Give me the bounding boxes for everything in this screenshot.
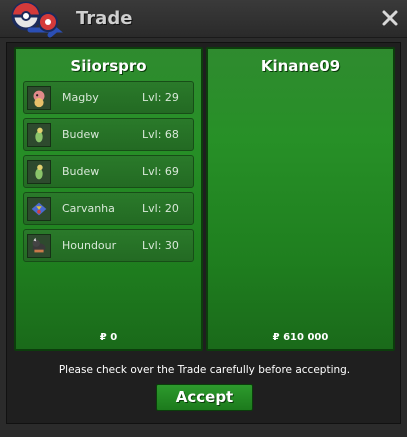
- trade-content: Siiorspro Magby Lvl: 29 Budew Lvl: 68 Bu…: [6, 42, 401, 424]
- accept-button[interactable]: Accept: [156, 384, 253, 411]
- pokemon-row[interactable]: Houndour Lvl: 30: [23, 229, 194, 262]
- left-money-offer: ₽ 0: [99, 332, 118, 343]
- pokemon-name: Magby: [62, 91, 99, 104]
- pokemon-name: Houndour: [62, 239, 117, 252]
- right-trainer-name: Kinane09: [260, 57, 341, 75]
- pokemon-level: Lvl: 30: [142, 239, 179, 252]
- right-trade-panel: Kinane09 ₽ 610 000: [206, 47, 395, 351]
- pokeball-trade-icon: [11, 1, 63, 38]
- pokemon-level: Lvl: 29: [142, 91, 179, 104]
- pokemon-name: Carvanha: [62, 202, 115, 215]
- magby-icon: [27, 86, 51, 110]
- pokemon-row[interactable]: Budew Lvl: 69: [23, 155, 194, 188]
- window-title: Trade: [76, 8, 133, 29]
- budew-icon: [27, 123, 51, 147]
- pokemon-row[interactable]: Budew Lvl: 68: [23, 118, 194, 151]
- close-icon[interactable]: [381, 9, 399, 27]
- right-money-offer: ₽ 610 000: [272, 332, 329, 343]
- title-bar: Trade: [0, 0, 407, 38]
- trade-window: Trade Siiorspro Magby Lvl: 29 Budew Lvl:…: [0, 0, 407, 437]
- pokemon-level: Lvl: 20: [142, 202, 179, 215]
- pokemon-row[interactable]: Magby Lvl: 29: [23, 81, 194, 114]
- left-trainer-name: Siiorspro: [70, 57, 147, 75]
- trade-notice: Please check over the Trade carefully be…: [58, 364, 351, 376]
- pokemon-row[interactable]: Carvanha Lvl: 20: [23, 192, 194, 225]
- left-trade-panel: Siiorspro Magby Lvl: 29 Budew Lvl: 68 Bu…: [14, 47, 203, 351]
- houndour-icon: [27, 234, 51, 258]
- budew-icon: [27, 160, 51, 184]
- pokemon-name: Budew: [62, 165, 100, 178]
- pokemon-level: Lvl: 68: [142, 128, 179, 141]
- pokemon-level: Lvl: 69: [142, 165, 179, 178]
- carvanha-icon: [27, 197, 51, 221]
- pokemon-name: Budew: [62, 128, 100, 141]
- left-pokemon-list: Magby Lvl: 29 Budew Lvl: 68 Budew Lvl: 6…: [23, 81, 194, 266]
